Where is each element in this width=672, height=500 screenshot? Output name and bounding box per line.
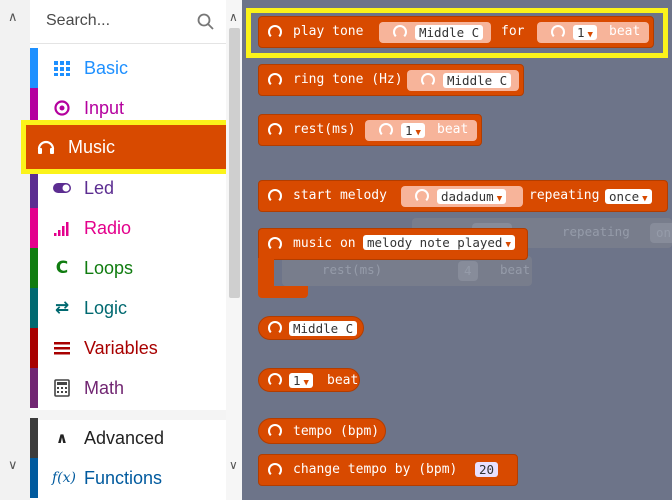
calculator-icon [54,379,70,397]
event-dropdown[interactable]: melody note played ▼ [363,235,515,250]
headphones-icon [268,463,282,477]
category-led[interactable]: Led [30,168,226,208]
category-logic[interactable]: ⇄ Logic [30,288,226,328]
change-tempo-block[interactable]: change tempo by (bpm) 20 [258,454,518,486]
category-math[interactable]: Math [30,368,226,408]
headphones-icon [268,73,282,87]
headphones-icon [268,123,282,137]
category-label: Loops [84,258,134,278]
music-on-block-foot [258,286,308,298]
tempo-block[interactable]: tempo (bpm) [258,418,386,444]
headphones-icon [268,373,282,387]
headphones-icon [379,123,393,137]
loop-arrow-icon: C [55,258,69,278]
headphones-icon [268,237,282,251]
headphones-icon [268,321,282,335]
headphones-icon [37,140,55,154]
category-label: Input [84,98,125,118]
scroll-down-icon[interactable]: ∨ [229,458,238,472]
list-icon [54,342,70,355]
toolbox-scroll-thumb[interactable] [229,28,240,298]
beat-value-block[interactable]: 1 ▼ beat [258,368,360,392]
beats-slot[interactable]: 1 ▼ beat [365,120,477,141]
headphones-icon [268,189,282,203]
search-icon[interactable] [196,12,216,32]
category-variables[interactable]: Variables [30,328,226,368]
start-melody-block[interactable]: start melody dadadum ▼ repeating once ▼ [258,180,668,212]
category-label: Led [84,178,115,198]
category-label: Logic [84,298,128,318]
category-label: Music [68,137,116,157]
category-radio[interactable]: Radio [30,208,226,248]
search-placeholder: Search... [46,12,111,29]
shuffle-icon: ⇄ [54,298,70,318]
scroll-down-icon[interactable]: ∨ [8,458,18,473]
repeat-dropdown[interactable]: once ▼ [605,189,652,204]
music-on-block[interactable]: music on melody note played ▼ [258,228,528,260]
ring-tone-block[interactable]: ring tone (Hz) Middle C [258,64,524,96]
headphones-icon [268,424,282,438]
category-label: Advanced [84,428,165,448]
headphones-icon [421,73,435,87]
toolbox: Search... Basic Input Led Radio C Loops … [30,0,226,500]
target-icon [54,100,70,116]
category-label: Math [84,378,125,398]
highlight-frame [246,8,668,58]
ghost-rest: rest(ms) 4 beat [282,256,532,286]
grid-icon [54,61,70,76]
scroll-up-icon[interactable]: ∧ [8,10,18,25]
category-label: Functions [84,468,163,488]
category-basic[interactable]: Basic [30,48,226,88]
headphones-icon [415,189,429,203]
block-flyout: repeating once rest(ms) 4 beat play tone… [242,0,672,500]
scroll-up-icon[interactable]: ∧ [229,10,238,24]
melody-slot[interactable]: dadadum ▼ [401,186,523,207]
toggle-icon [53,183,71,193]
search-input[interactable]: Search... [30,0,226,44]
note-value-block[interactable]: Middle C [258,316,364,340]
function-icon: f(x) [52,470,77,486]
signal-bars-icon [54,222,69,236]
dropdown-arrow-icon: ▼ [496,194,503,204]
category-loops[interactable]: C Loops [30,248,226,288]
tempo-number-input[interactable]: 20 [475,462,499,477]
toolbox-scroll-gutter: ∧ ∨ [0,0,30,500]
dropdown-arrow-icon: ▼ [505,240,511,250]
category-music-selected[interactable]: Music [21,120,234,174]
dropdown-arrow-icon: ▼ [642,194,648,204]
note-slot[interactable]: Middle C [407,70,519,91]
category-label: Basic [84,58,129,78]
rest-block[interactable]: rest(ms) 1 ▼ beat [258,114,482,146]
dropdown-arrow-icon: ▼ [415,128,421,138]
category-label: Variables [84,338,158,358]
chevron-up-icon: ∧ [55,429,69,447]
music-on-block-arm [258,258,274,288]
category-label: Radio [84,218,132,238]
category-advanced[interactable]: ∧ Advanced [30,418,226,458]
category-functions[interactable]: f(x) Functions [30,458,226,498]
dropdown-arrow-icon: ▼ [303,378,309,388]
